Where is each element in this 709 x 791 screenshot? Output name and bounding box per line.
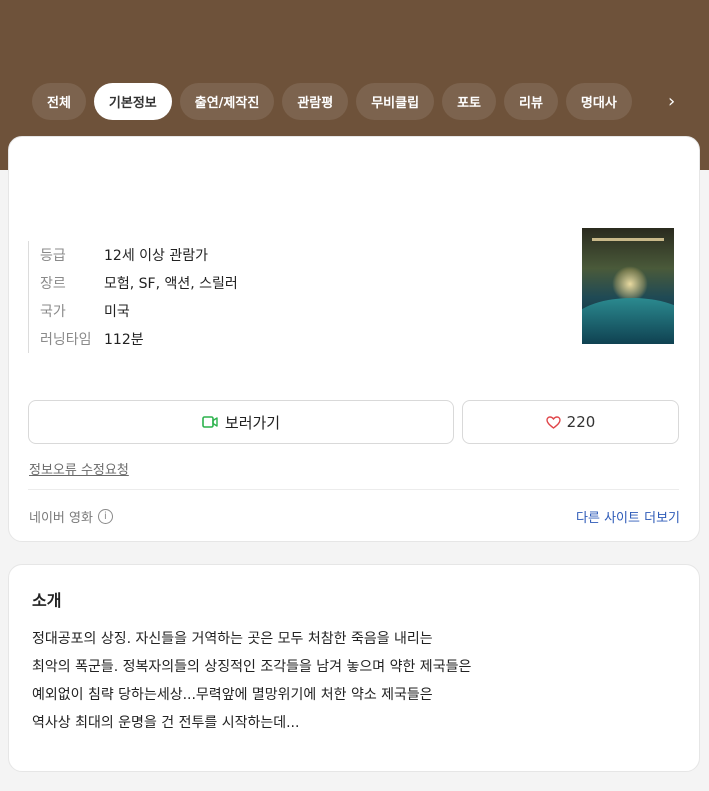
tab-photos[interactable]: 포토: [442, 82, 496, 120]
heart-icon: [545, 415, 561, 429]
basic-info-card: 등급 12세 이상 관람가 장르 모험, SF, 액션, 스릴러 국가 미국 러…: [8, 136, 700, 542]
info-key: 국가: [40, 304, 66, 320]
like-button[interactable]: 220: [462, 400, 679, 444]
info-row-country: 국가 미국: [40, 297, 238, 325]
movie-poster[interactable]: [582, 228, 674, 344]
tab-famous-lines[interactable]: 명대사: [565, 82, 632, 120]
watch-button-label: 보러가기: [224, 413, 281, 432]
poster-title-art: [592, 238, 664, 241]
more-sites-link[interactable]: 다른 사이트 더보기: [576, 507, 680, 526]
intro-text: 정대공포의 상징. 자신들을 거역하는 곳은 모두 처참한 죽음을 내리는 최악…: [32, 625, 672, 737]
intro-card: 소개 정대공포의 상징. 자신들을 거역하는 곳은 모두 처참한 죽음을 내리는…: [8, 564, 700, 772]
tab-all[interactable]: 전체: [32, 82, 86, 120]
divider: [28, 489, 679, 490]
source-label: 네이버 영화 i: [29, 507, 113, 526]
chevron-right-icon[interactable]: ›: [668, 93, 675, 111]
tab-audience-reviews[interactable]: 관람평: [282, 82, 349, 120]
intro-line: 역사상 최대의 운명을 건 전투를 시작하는데...: [32, 715, 300, 731]
tab-reviews[interactable]: 리뷰: [503, 82, 558, 120]
tab-cast-crew[interactable]: 출연/제작진: [179, 82, 275, 120]
poster-wave-art: [582, 298, 674, 344]
intro-line: 예외없이 침략 당하는세상...무력앞에 멸망위기에 처한 약소 제국들은: [32, 687, 433, 703]
info-key: 등급: [40, 248, 66, 264]
tab-bar: 전체 기본정보 출연/제작진 관람평 무비클립 포토 리뷰 명대사: [32, 82, 632, 120]
info-row-genre: 장르 모험, SF, 액션, 스릴러: [40, 269, 238, 297]
error-report-link[interactable]: 정보오류 수정요청: [29, 459, 129, 478]
info-value: 112분: [104, 332, 144, 348]
play-screen-icon: [202, 416, 218, 428]
info-value: 모험, SF, 액션, 스릴러: [104, 276, 238, 292]
info-value: 12세 이상 관람가: [104, 248, 208, 264]
watch-button[interactable]: 보러가기: [28, 400, 454, 444]
source-name: 네이버 영화: [29, 511, 93, 526]
intro-title: 소개: [32, 591, 62, 610]
info-key: 러닝타임: [40, 332, 92, 348]
info-row-runtime: 러닝타임 112분: [40, 325, 238, 353]
tab-basic-info[interactable]: 기본정보: [93, 82, 172, 120]
info-key: 장르: [40, 276, 66, 292]
info-value: 미국: [104, 304, 130, 320]
intro-line: 최악의 폭군들. 정복자의들의 상징적인 조각들을 남겨 놓으며 약한 제국들은: [32, 659, 472, 675]
info-icon[interactable]: i: [97, 509, 113, 524]
tab-movie-clips[interactable]: 무비클립: [356, 82, 435, 120]
info-list: 등급 12세 이상 관람가 장르 모험, SF, 액션, 스릴러 국가 미국 러…: [28, 241, 238, 353]
info-row-rating: 등급 12세 이상 관람가: [40, 241, 238, 269]
poster-light-art: [612, 266, 648, 302]
like-count: 220: [566, 413, 596, 431]
intro-line: 정대공포의 상징. 자신들을 거역하는 곳은 모두 처참한 죽음을 내리는: [32, 631, 433, 647]
